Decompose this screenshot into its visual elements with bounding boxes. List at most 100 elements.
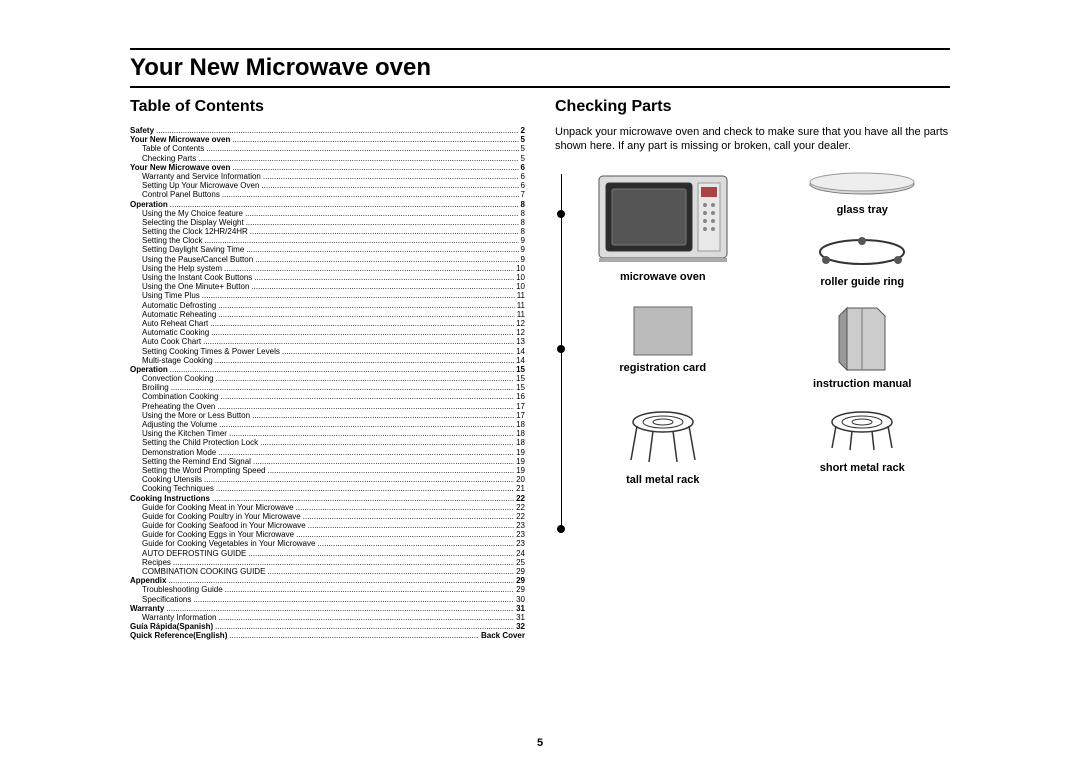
toc-leader-dots	[218, 310, 514, 319]
toc-leader-dots	[210, 319, 514, 328]
toc-entry-title: AUTO DEFROSTING GUIDE	[142, 549, 246, 558]
toc-leader-dots	[267, 466, 514, 475]
manual-icon	[837, 306, 887, 372]
guide-bullet	[557, 525, 565, 533]
toc-entry-title: Setting Up Your Microwave Oven	[142, 181, 259, 190]
toc-entry-page: 18	[516, 429, 525, 438]
toc-entry: Setting the Child Protection Lock 18	[130, 438, 525, 447]
toc-entry-page: 29	[516, 576, 525, 585]
toc-entry-page: 17	[516, 402, 525, 411]
toc-entry-page: 15	[516, 365, 525, 374]
part-label: registration card	[619, 362, 706, 374]
toc-entry-page: 13	[516, 337, 525, 346]
toc-entry-title: Using the One Minute+ Button	[142, 282, 249, 291]
toc-entry-title: Warranty Information	[142, 613, 216, 622]
toc-entry-page: 19	[516, 457, 525, 466]
toc-entry: Guide for Cooking Meat in Your Microwave…	[130, 503, 525, 512]
toc-leader-dots	[229, 429, 514, 438]
toc-leader-dots	[202, 291, 515, 300]
toc-leader-dots	[218, 448, 514, 457]
toc-entry: Warranty and Service Information 6	[130, 172, 525, 181]
toc-leader-dots	[219, 420, 514, 429]
toc-entry: Guía Rápida(Spanish) 32	[130, 622, 525, 631]
toc-entry-title: Safety	[130, 126, 154, 135]
toc-entry-title: Using the Help system	[142, 264, 222, 273]
toc-entry-page: 19	[516, 466, 525, 475]
toc-entry-page: 18	[516, 438, 525, 447]
toc-leader-dots	[246, 218, 519, 227]
toc-entry-title: Broiling	[142, 383, 169, 392]
toc-leader-dots	[261, 181, 518, 190]
toc-entry: Guide for Cooking Eggs in Your Microwave…	[130, 530, 525, 539]
checking-parts-intro: Unpack your microwave oven and check to …	[555, 126, 950, 154]
toc-entry: Setting the Clock 9	[130, 236, 525, 245]
toc-entry-title: Cooking Techniques	[142, 484, 214, 493]
toc-entry-page: 5	[521, 135, 525, 144]
toc-entry-page: 31	[516, 604, 525, 613]
toc-entry: Using the My Choice feature 8	[130, 209, 525, 218]
toc-entry-page: 22	[516, 512, 525, 521]
toc-entry-page: 6	[521, 163, 525, 172]
toc-entry: Adjusting the Volume 18	[130, 420, 525, 429]
toc-entry-title: Using the Instant Cook Buttons	[142, 273, 252, 282]
toc-entry-title: Quick Reference(English)	[130, 631, 227, 640]
toc-entry: Auto Cook Chart 13	[130, 337, 525, 346]
toc-leader-dots	[211, 328, 514, 337]
toc-entry-page: 10	[516, 273, 525, 282]
roller-ring-icon	[812, 234, 912, 270]
toc-leader-dots	[225, 585, 514, 594]
toc-entry-title: Using the My Choice feature	[142, 209, 243, 218]
part-glass-tray: glass tray	[775, 170, 951, 216]
toc-entry: Using the Instant Cook Buttons 10	[130, 273, 525, 282]
toc-entry-title: Cooking Instructions	[130, 494, 210, 503]
toc-entry-page: 9	[521, 255, 525, 264]
toc-entry-page: 10	[516, 264, 525, 273]
toc-entry-page: 10	[516, 282, 525, 291]
toc-entry-page: 32	[516, 622, 525, 631]
toc-entry: Auto Reheat Chart 12	[130, 319, 525, 328]
toc-entry-page: 25	[516, 558, 525, 567]
toc-entry: Warranty Information 31	[130, 613, 525, 622]
toc-entry-title: COMBINATION COOKING GUIDE	[142, 567, 265, 576]
toc-entry: Automatic Reheating 11	[130, 310, 525, 319]
toc-entry-title: Selecting the Display Weight	[142, 218, 244, 227]
toc-entry: Your New Microwave oven 6	[130, 163, 525, 172]
toc-leader-dots	[303, 512, 514, 521]
part-label: tall metal rack	[626, 474, 699, 486]
toc-entry: Setting Daylight Saving Time 9	[130, 245, 525, 254]
toc-entry-title: Demonstration Mode	[142, 448, 216, 457]
toc-entry: Guide for Cooking Seafood in Your Microw…	[130, 521, 525, 530]
toc-entry: Setting Up Your Microwave Oven 6	[130, 181, 525, 190]
toc-entry-title: Your New Microwave oven	[130, 163, 230, 172]
toc-leader-dots	[170, 200, 519, 209]
toc-leader-dots	[203, 337, 514, 346]
toc-leader-dots	[193, 595, 514, 604]
toc-leader-dots	[254, 273, 514, 282]
toc-entry-title: Automatic Cooking	[142, 328, 209, 337]
toc-entry-title: Your New Microwave oven	[130, 135, 230, 144]
toc-entry-title: Adjusting the Volume	[142, 420, 217, 429]
toc-leader-dots	[166, 604, 514, 613]
toc-entry-title: Guide for Cooking Poultry in Your Microw…	[142, 512, 301, 521]
toc-entry-page: 23	[516, 530, 525, 539]
bottom-rule	[130, 86, 950, 88]
toc-leader-dots	[253, 457, 514, 466]
part-tall-metal-rack: tall metal rack	[575, 408, 751, 486]
toc-entry-title: Convection Cooking	[142, 374, 214, 383]
toc-entry-page: 12	[516, 328, 525, 337]
toc-entry: Operation 8	[130, 200, 525, 209]
toc-entry: Guide for Cooking Poultry in Your Microw…	[130, 512, 525, 521]
toc-leader-dots	[204, 475, 514, 484]
toc-entry-page: 9	[521, 245, 525, 254]
toc-entry: Appendix 29	[130, 576, 525, 585]
toc-entry-title: Setting Cooking Times & Power Levels	[142, 347, 280, 356]
toc-entry-title: Checking Parts	[142, 154, 196, 163]
toc-entry-title: Warranty and Service Information	[142, 172, 261, 181]
toc-entry-title: Control Panel Buttons	[142, 190, 220, 199]
toc-entry-page: Back Cover	[481, 631, 525, 640]
toc-entry: Using the Pause/Cancel Button 9	[130, 255, 525, 264]
toc-leader-dots	[215, 622, 514, 631]
toc-entry-title: Troubleshooting Guide	[142, 585, 223, 594]
toc-entry-page: 8	[521, 227, 525, 236]
toc-entry-title: Setting the Remind End Signal	[142, 457, 251, 466]
